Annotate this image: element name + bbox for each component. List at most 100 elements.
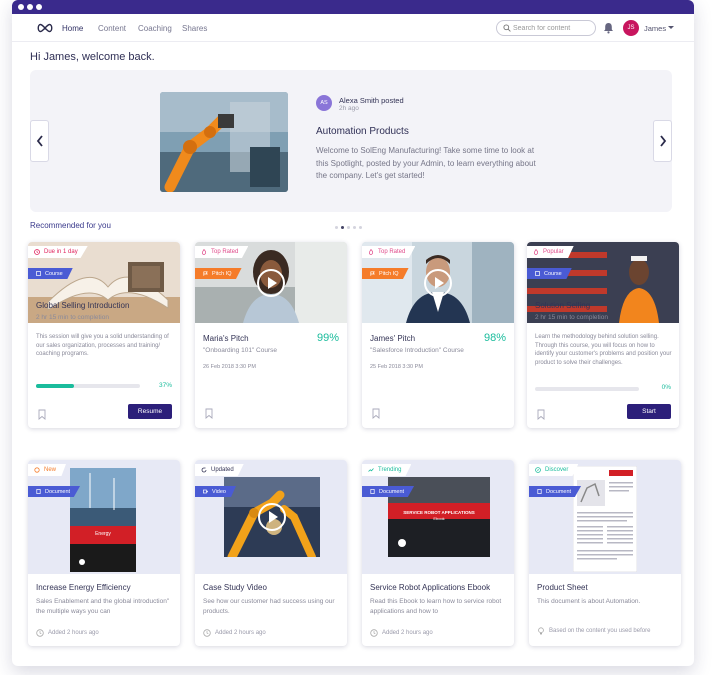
play-icon[interactable] — [256, 268, 286, 298]
discover-badge: Discover — [529, 464, 579, 476]
recommended-heading: Recommended for you — [30, 221, 111, 230]
card-title[interactable]: Increase Energy Efficiency — [36, 583, 131, 592]
bookmark-icon[interactable] — [38, 409, 46, 420]
footer-text: Based on the content you used before — [549, 628, 651, 634]
compass-icon — [535, 467, 541, 473]
popular-badge: Popular — [527, 246, 574, 258]
search-box[interactable] — [496, 20, 596, 36]
bookmark-icon[interactable] — [372, 408, 380, 419]
bookmark-icon[interactable] — [205, 408, 213, 419]
user-avatar[interactable]: JS — [623, 20, 639, 36]
carousel-prev-button[interactable] — [30, 120, 49, 162]
chevron-down-icon[interactable] — [668, 26, 674, 29]
spotlight-time: 2h ago — [339, 105, 359, 112]
card-description: Read this Ebook to learn how to service … — [370, 598, 502, 615]
search-input[interactable] — [513, 23, 593, 33]
nav-coaching[interactable]: Coaching — [138, 24, 172, 33]
clock-icon — [370, 629, 378, 637]
carousel-dot[interactable] — [353, 226, 356, 229]
play-icon[interactable] — [257, 502, 287, 532]
pitch-score: 99% — [316, 332, 339, 344]
window-dot[interactable] — [18, 4, 24, 10]
spotlight-author: Alexa Smith posted — [339, 96, 404, 105]
document-card[interactable]: Discover Document Product Sheet This doc… — [529, 460, 681, 646]
type-label: Course — [45, 270, 63, 277]
progress-bar — [535, 387, 639, 391]
carousel-next-button[interactable] — [653, 120, 672, 162]
document-card[interactable]: SERVICE ROBOT APPLICATIONS Ebook Trendin… — [362, 460, 514, 646]
card-footer: Based on the content you used before — [537, 627, 650, 635]
spotlight-title[interactable]: Automation Products — [316, 126, 409, 137]
card-title[interactable]: Maria's Pitch — [203, 334, 249, 343]
card-title[interactable]: Solution Selling — [535, 301, 590, 310]
video-icon — [203, 489, 208, 494]
window-dot[interactable] — [27, 4, 33, 10]
video-card[interactable]: Updated Video Case Study Video See how o… — [195, 460, 347, 646]
flame-icon — [202, 249, 207, 255]
progress-bar — [36, 384, 140, 388]
course-card[interactable]: Popular Course Solution Selling 2 hr 15 … — [527, 242, 679, 428]
card-title[interactable]: Product Sheet — [537, 583, 588, 592]
bell-icon[interactable] — [603, 22, 614, 34]
card-title[interactable]: James' Pitch — [370, 334, 415, 343]
card-thumbnail: Energy — [28, 460, 180, 574]
carousel-dot[interactable] — [359, 226, 362, 229]
trending-badge: Trending — [362, 464, 412, 476]
card-title[interactable]: Global Selling Introduction — [36, 301, 129, 310]
clock-icon — [34, 249, 40, 255]
carousel-dot[interactable] — [347, 226, 350, 229]
top-rated-badge: Top Rated — [195, 246, 249, 258]
pitch-card[interactable]: Top Rated Pitch IQ James' Pitch 98% "Sal… — [362, 242, 514, 428]
carousel-dot[interactable] — [341, 226, 344, 229]
window-dot[interactable] — [36, 4, 42, 10]
type-tag: Pitch IQ — [195, 268, 242, 279]
due-badge: Due in 1 day — [28, 246, 88, 258]
top-nav: Home Content Coaching Shares JS James — [12, 14, 694, 42]
chevron-right-icon — [659, 135, 666, 147]
pitch-score: 98% — [483, 332, 506, 344]
nav-shares[interactable]: Shares — [182, 24, 207, 33]
spotlight-body: Welcome to SolEng Manufacturing! Take so… — [316, 146, 536, 180]
nav-content[interactable]: Content — [98, 24, 126, 33]
badge-label: Popular — [543, 249, 564, 255]
card-footer: Added 2 hours ago — [203, 629, 266, 637]
type-tag: Document — [28, 486, 81, 497]
progress-percent: 37% — [158, 382, 172, 389]
type-label: Video — [212, 488, 226, 495]
clock-icon — [203, 629, 211, 637]
card-title[interactable]: Service Robot Applications Ebook — [370, 583, 490, 592]
bookmark-icon[interactable] — [537, 409, 545, 420]
type-label: Document — [45, 488, 71, 495]
spotlight-image[interactable] — [160, 92, 288, 192]
author-avatar[interactable]: AS — [316, 95, 332, 111]
badge-label: Top Rated — [211, 249, 239, 255]
infinity-logo-icon[interactable] — [36, 23, 54, 33]
nav-home[interactable]: Home — [62, 24, 83, 33]
type-tag: Course — [527, 268, 572, 279]
pitch-card[interactable]: Top Rated Pitch IQ Maria's Pitch 99% "On… — [195, 242, 347, 428]
play-icon[interactable] — [423, 268, 453, 298]
carousel-dot[interactable] — [335, 226, 338, 229]
course-card[interactable]: Due in 1 day Course Global Selling Intro… — [28, 242, 180, 428]
card-thumbnail — [529, 460, 681, 574]
card-date: 25 Feb 2018 3:30 PM — [370, 364, 423, 370]
card-thumbnail: SERVICE ROBOT APPLICATIONS Ebook — [362, 460, 514, 574]
start-button[interactable]: Start — [627, 404, 671, 419]
card-description: See how our customer had success using o… — [203, 598, 335, 615]
type-label: Pitch IQ — [379, 270, 399, 277]
badge-label: Due in 1 day — [44, 249, 78, 255]
badge-label: Top Rated — [378, 249, 406, 255]
badge-label: New — [44, 467, 57, 473]
username[interactable]: James — [644, 24, 666, 33]
document-card[interactable]: Energy New Document Increase Energy Effi… — [28, 460, 180, 646]
card-course: "Salesforce Introduction" Course — [370, 347, 464, 354]
footer-text: Added 2 hours ago — [48, 630, 99, 636]
trending-icon — [368, 468, 374, 472]
type-tag: Document — [362, 486, 415, 497]
clock-icon — [36, 629, 44, 637]
card-title[interactable]: Case Study Video — [203, 583, 267, 592]
progress-percent: 0% — [661, 384, 671, 391]
resume-button[interactable]: Resume — [128, 404, 172, 419]
type-label: Document — [546, 488, 572, 495]
thumbnail-title: SERVICE ROBOT APPLICATIONS — [403, 510, 475, 515]
